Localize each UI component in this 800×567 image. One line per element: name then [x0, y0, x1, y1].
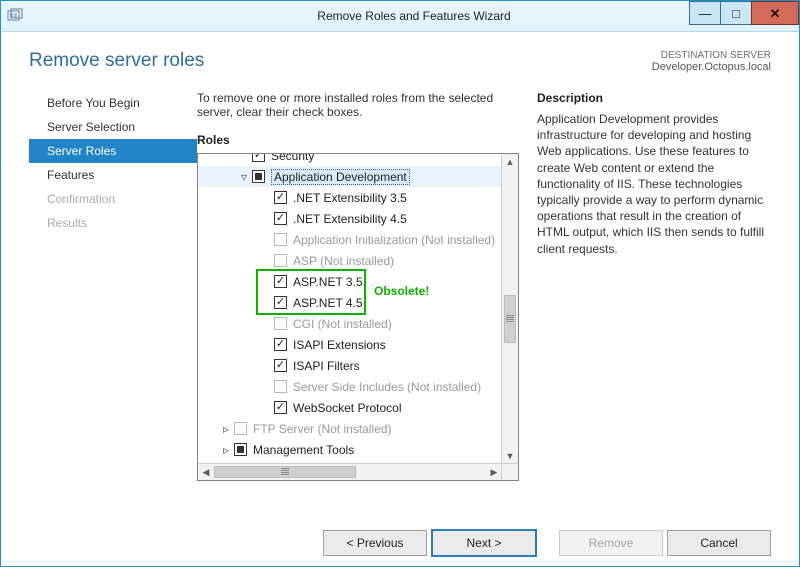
- expanded-icon[interactable]: ▿: [238, 170, 250, 184]
- tree-checkbox[interactable]: [274, 191, 287, 204]
- tree-row[interactable]: Application Initialization (Not installe…: [198, 229, 502, 250]
- tree-row[interactable]: ▹ Management Tools: [198, 439, 502, 460]
- page-title: Remove server roles: [29, 50, 204, 72]
- previous-button[interactable]: < Previous: [323, 530, 427, 556]
- destination-server-label: DESTINATION SERVER: [652, 50, 771, 61]
- vertical-scrollbar[interactable]: ▲ ▼: [501, 154, 518, 464]
- description-text: Application Development provides infrast…: [537, 111, 771, 257]
- cancel-button[interactable]: Cancel: [667, 530, 771, 556]
- horizontal-scroll-thumb[interactable]: [214, 466, 356, 478]
- tree-item-label: Application Initialization (Not installe…: [293, 233, 501, 247]
- tree-row[interactable]: .NET Extensibility 4.5: [198, 208, 502, 229]
- tree-checkbox: [274, 380, 287, 393]
- wizard-step-before-you-begin[interactable]: Before You Begin: [29, 91, 197, 115]
- tree-item-label: FTP Server (Not installed): [253, 422, 398, 436]
- horizontal-scrollbar[interactable]: ◀ ▶: [198, 463, 502, 480]
- tree-item-label: CGI (Not installed): [293, 317, 398, 331]
- tree-checkbox[interactable]: [274, 401, 287, 414]
- tree-checkbox[interactable]: [252, 170, 265, 183]
- scroll-right-icon[interactable]: ▶: [486, 464, 502, 480]
- collapsed-icon[interactable]: ▹: [220, 422, 232, 436]
- tree-row[interactable]: Security: [198, 154, 502, 166]
- obsolete-annotation-box: [256, 269, 366, 315]
- vertical-scroll-thumb[interactable]: [504, 295, 516, 343]
- remove-button: Remove: [559, 530, 663, 556]
- app-icon: [7, 8, 23, 24]
- window-title: Remove Roles and Features Wizard: [29, 9, 799, 23]
- tree-checkbox: [274, 254, 287, 267]
- tree-item-label: .NET Extensibility 3.5: [293, 191, 413, 205]
- maximize-button[interactable]: □: [720, 1, 752, 25]
- tree-row[interactable]: ASP (Not installed): [198, 250, 502, 271]
- title-bar: Remove Roles and Features Wizard — □ ✕: [1, 1, 799, 32]
- tree-item-label: WebSocket Protocol: [293, 401, 408, 415]
- description-label: Description: [537, 91, 771, 105]
- tree-row[interactable]: ISAPI Extensions: [198, 334, 502, 355]
- tree-row[interactable]: ▿ Application Development: [198, 166, 502, 187]
- tree-item-label: ISAPI Extensions: [293, 338, 392, 352]
- wizard-step-results: Results: [29, 211, 197, 235]
- tree-row[interactable]: ISAPI Filters: [198, 355, 502, 376]
- tree-checkbox: [274, 233, 287, 246]
- tree-row[interactable]: .NET Extensibility 3.5: [198, 187, 502, 208]
- next-button[interactable]: Next >: [431, 529, 537, 557]
- page-header: Remove server roles DESTINATION SERVER D…: [29, 50, 771, 73]
- tree-item-label: Management Tools: [253, 443, 360, 457]
- tree-checkbox[interactable]: [274, 359, 287, 372]
- wizard-step-server-roles[interactable]: Server Roles: [29, 139, 197, 163]
- minimize-button[interactable]: —: [689, 1, 721, 25]
- tree-item-label: Security: [271, 154, 320, 163]
- tree-row[interactable]: ▹ FTP Server (Not installed): [198, 418, 502, 439]
- collapsed-icon[interactable]: ▹: [220, 443, 232, 457]
- tree-item-label: Server Side Includes (Not installed): [293, 380, 487, 394]
- roles-tree[interactable]: Security ▿ Application Development .NET Ext…: [197, 153, 519, 481]
- tree-row[interactable]: WebSocket Protocol: [198, 397, 502, 418]
- tree-checkbox: [234, 422, 247, 435]
- tree-checkbox[interactable]: [274, 338, 287, 351]
- wizard-step-server-selection[interactable]: Server Selection: [29, 115, 197, 139]
- instruction-text: To remove one or more installed roles fr…: [197, 91, 519, 119]
- scroll-up-icon[interactable]: ▲: [502, 154, 518, 170]
- destination-server-name: Developer.Octopus.local: [652, 61, 771, 73]
- wizard-footer: < Previous Next > Remove Cancel: [29, 519, 771, 567]
- tree-checkbox[interactable]: [234, 443, 247, 456]
- tree-row[interactable]: CGI (Not installed): [198, 313, 502, 334]
- obsolete-annotation-label: Obsolete!: [374, 284, 429, 298]
- tree-item-label: Application Development: [271, 169, 410, 185]
- wizard-step-features[interactable]: Features: [29, 163, 197, 187]
- tree-row[interactable]: Server Side Includes (Not installed): [198, 376, 502, 397]
- scroll-left-icon[interactable]: ◀: [198, 464, 214, 480]
- window-buttons: — □ ✕: [690, 1, 799, 23]
- scroll-down-icon[interactable]: ▼: [502, 448, 518, 464]
- tree-item-label: .NET Extensibility 4.5: [293, 212, 413, 226]
- tree-item-label: ISAPI Filters: [293, 359, 366, 373]
- wizard-step-confirmation: Confirmation: [29, 187, 197, 211]
- wizard-steps-nav: Before You BeginServer SelectionServer R…: [29, 91, 197, 519]
- close-button[interactable]: ✕: [751, 1, 799, 25]
- tree-checkbox: [274, 317, 287, 330]
- roles-label: Roles: [197, 133, 519, 147]
- destination-server-block: DESTINATION SERVER Developer.Octopus.loc…: [652, 50, 771, 73]
- scrollbar-corner: [501, 463, 518, 480]
- tree-checkbox[interactable]: [252, 154, 265, 162]
- tree-item-label: ASP (Not installed): [293, 254, 400, 268]
- tree-checkbox[interactable]: [274, 212, 287, 225]
- wizard-window: Remove Roles and Features Wizard — □ ✕ R…: [0, 0, 800, 567]
